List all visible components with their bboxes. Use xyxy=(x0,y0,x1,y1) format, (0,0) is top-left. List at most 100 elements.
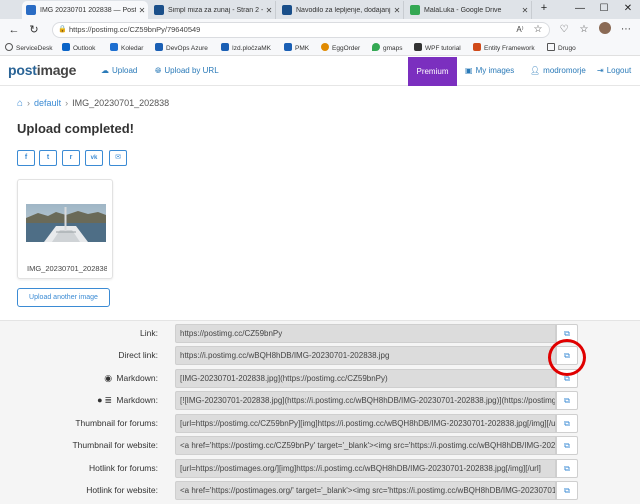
close-tab-icon[interactable]: ✕ xyxy=(391,6,403,15)
copy-icon[interactable]: ⧉ xyxy=(556,391,578,410)
tab-title: MalaLuka - Google Drive xyxy=(424,6,502,14)
close-tab-icon[interactable]: ✕ xyxy=(136,6,148,15)
maximize-icon[interactable]: ☐ xyxy=(592,0,616,19)
google-drive-favicon-icon xyxy=(410,5,420,15)
outlook-icon xyxy=(62,43,70,51)
breadcrumb-default[interactable]: default xyxy=(34,98,61,108)
nav-user[interactable]: 👤︎ modromorje xyxy=(530,66,586,75)
link-row: ● ≣ Markdown: [![IMG-20230701-202838.jpg]… xyxy=(0,391,640,412)
link-input[interactable]: https://postimg.cc/CZ59bnPy xyxy=(175,324,556,343)
bookmark-outlook[interactable]: Outlook xyxy=(62,42,95,55)
new-tab-button[interactable]: + xyxy=(534,0,554,19)
copy-icon[interactable]: ⧉ xyxy=(556,481,578,500)
copy-icon[interactable]: ⧉ xyxy=(556,414,578,433)
image-icon: ▣ xyxy=(465,66,473,75)
hotlink-website-label: Hotlink for website: xyxy=(86,485,158,495)
twitter-share-button[interactable]: t xyxy=(39,150,57,166)
image-caption: IMG_20230701_202838.jpg xyxy=(27,264,107,273)
more-menu-icon[interactable]: ⋯ xyxy=(618,22,634,38)
close-tab-icon[interactable]: ✕ xyxy=(263,6,275,15)
map-pin-icon xyxy=(372,43,380,51)
graduation-cap-icon xyxy=(414,43,422,51)
refresh-icon[interactable]: ↻ xyxy=(26,22,42,38)
url-text: https://postimg.cc/CZ59bnPy/79640549 xyxy=(69,25,201,34)
framework-icon xyxy=(473,43,481,51)
copy-icon[interactable]: ⧉ xyxy=(556,436,578,455)
bookmark-devops[interactable]: DevOps Azure xyxy=(155,42,208,55)
link-row: ◉ Markdown: [IMG-20230701-202838.jpg](ht… xyxy=(0,369,640,390)
cloud-upload-icon: ☁ xyxy=(101,66,109,75)
nav-upload-by-url[interactable]: 🌐︎ Upload by URL xyxy=(155,66,219,76)
forum-favicon-icon xyxy=(282,5,292,15)
favorite-star-icon[interactable]: ☆ xyxy=(530,22,546,38)
postimage-favicon-icon xyxy=(26,5,36,15)
link-row: Hotlink for website: <a href='https://po… xyxy=(0,481,640,502)
browser-essentials-icon[interactable]: ♡ xyxy=(556,22,572,38)
egg-icon xyxy=(321,43,329,51)
thumbnail-website-label: Thumbnail for website: xyxy=(72,440,158,450)
nav-upload[interactable]: ☁ Upload xyxy=(101,66,137,75)
breadcrumb: ⌂ › default › IMG_20230701_202838 xyxy=(17,98,170,109)
profile-avatar-icon[interactable] xyxy=(597,22,613,38)
bookmark-servicedesk[interactable]: ServiceDesk xyxy=(5,42,52,55)
facebook-share-button[interactable]: f xyxy=(17,150,35,166)
azure-devops-icon xyxy=(284,43,292,51)
bookmark-koledar[interactable]: Koledar xyxy=(110,42,143,55)
markdown-label: ◉ Markdown: xyxy=(104,373,158,383)
nav-premium[interactable]: Premium xyxy=(408,57,457,86)
home-icon[interactable]: ⌂ xyxy=(17,98,23,109)
reddit-share-button[interactable]: r xyxy=(62,150,80,166)
bookmark-gmaps[interactable]: gmaps xyxy=(372,42,403,55)
tab-title: Simpl miza za zunaj - Stran 2 - xyxy=(168,6,263,14)
markdown-reddit-input[interactable]: [IMG-20230701-202838.jpg](https://postim… xyxy=(175,369,556,388)
close-tab-icon[interactable]: ✕ xyxy=(519,6,531,15)
calendar-icon xyxy=(110,43,118,51)
browser-tab-google-drive[interactable]: MalaLuka - Google Drive ✕ xyxy=(406,1,532,19)
vk-share-button[interactable]: vk xyxy=(85,150,103,166)
folder-icon xyxy=(547,43,555,51)
direct-link-label: Direct link: xyxy=(118,350,158,360)
forum-favicon-icon xyxy=(154,5,164,15)
email-share-button[interactable]: ✉ xyxy=(109,150,127,166)
direct-link-input[interactable]: https://i.postimg.cc/wBQH8hDB/IMG-202307… xyxy=(175,346,556,365)
image-thumbnail-card[interactable]: IMG_20230701_202838.jpg xyxy=(17,179,113,279)
tab-title: IMG 20230701 202838 — Post xyxy=(40,6,136,14)
markdown-label: ● ≣ Markdown: xyxy=(97,395,158,405)
copy-icon[interactable]: ⧉ xyxy=(556,459,578,478)
upload-another-button[interactable]: Upload another image xyxy=(17,288,110,307)
link-row: Link: https://postimg.cc/CZ59bnPy ⧉ xyxy=(0,324,640,345)
globe-icon xyxy=(5,43,13,51)
browser-address-bar: ← ↻ 🔒 https://postimg.cc/CZ59bnPy/796405… xyxy=(0,19,640,41)
hotlink-website-input[interactable]: <a href='https://postimages.org/' target… xyxy=(175,481,556,500)
uploaded-image-thumbnail[interactable] xyxy=(26,204,106,242)
bookmark-eggorder[interactable]: EggOrder xyxy=(321,42,360,55)
close-window-icon[interactable]: ✕ xyxy=(616,0,640,19)
nav-logout[interactable]: ⇥ Logout xyxy=(597,66,631,75)
browser-tab-simpl-miza[interactable]: Simpl miza za zunaj - Stran 2 - ✕ xyxy=(150,1,276,19)
browser-tab-bar: IMG 20230701 202838 — Post ✕ Simpl miza … xyxy=(0,0,640,19)
markdown-github-input[interactable]: [![IMG-20230701-202838.jpg](https://i.po… xyxy=(175,391,556,410)
browser-tab-navodilo[interactable]: Navodilo za lepljenje, dodajanj ✕ xyxy=(278,1,404,19)
thumbnail-website-input[interactable]: <a href='https://postimg.cc/CZ59bnPy' ta… xyxy=(175,436,556,455)
link-row: Thumbnail for website: <a href='https://… xyxy=(0,436,640,457)
reddit-icon: ◉ xyxy=(104,373,113,383)
azure-devops-icon xyxy=(155,43,163,51)
bookmark-entity-framework[interactable]: Entity Framework xyxy=(473,42,535,55)
nav-my-images[interactable]: ▣ My images xyxy=(465,66,514,75)
bookmark-pmk[interactable]: PMK xyxy=(284,42,309,55)
bookmark-wpf[interactable]: WPF tutorial xyxy=(414,42,461,55)
hotlink-forums-label: Hotlink for forums: xyxy=(89,463,158,473)
read-aloud-icon[interactable]: A⁾ xyxy=(512,22,528,38)
url-input[interactable]: 🔒 https://postimg.cc/CZ59bnPy/79640549 xyxy=(52,22,550,38)
bookmark-izd[interactable]: Izd.pločzaMK xyxy=(221,42,271,55)
thumbnail-forums-input[interactable]: [url=https://postimg.cc/CZ59bnPy][img]ht… xyxy=(175,414,556,433)
minimize-icon[interactable]: — xyxy=(568,0,592,19)
bookmark-folder-drugo[interactable]: Drugo xyxy=(547,42,576,55)
back-arrow-icon[interactable]: ← xyxy=(6,22,22,38)
annotation-circle xyxy=(548,339,586,376)
bookmarks-bar: ServiceDesk Outlook Koledar DevOps Azure… xyxy=(0,41,640,56)
favorites-icon[interactable]: ☆ xyxy=(576,22,592,38)
postimage-logo[interactable]: postimage xyxy=(8,62,76,78)
hotlink-forums-input[interactable]: [url=https://postimages.org/][img]https:… xyxy=(175,459,556,478)
browser-tab-postimage[interactable]: IMG 20230701 202838 — Post ✕ xyxy=(22,1,148,19)
